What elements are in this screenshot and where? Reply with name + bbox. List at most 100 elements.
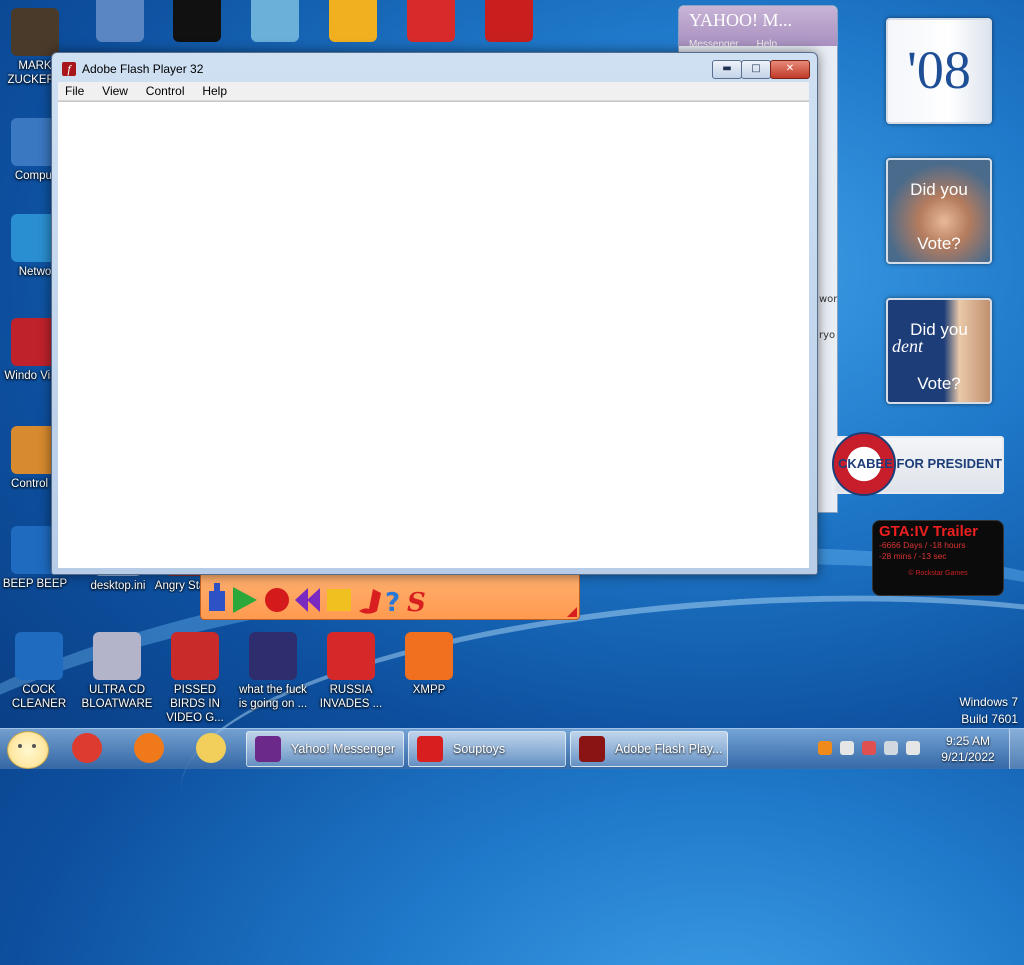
souptoys-logo-icon[interactable]: S xyxy=(407,588,426,618)
play-icon[interactable] xyxy=(233,587,257,613)
desktop-icon[interactable]: RUSSIA INVADES ... xyxy=(312,632,390,711)
taskbar-button[interactable]: Yahoo! Messenger xyxy=(246,731,404,767)
pidgin-icon xyxy=(407,0,455,42)
hand-tool-icon[interactable] xyxy=(209,583,225,611)
show-desktop-button[interactable] xyxy=(1009,729,1024,769)
os-name: Windows 7 xyxy=(959,695,1018,709)
windows-version: Windows 7 Build 7601 xyxy=(959,694,1018,728)
flash-icon xyxy=(579,736,605,762)
flag-icon[interactable] xyxy=(862,741,876,755)
menu-help[interactable]: Help xyxy=(195,82,234,100)
yahoo-title: YAHOO! M... Messenger Help xyxy=(679,6,837,50)
taskbar: Yahoo! Messenger Souptoys Adobe Flash Play… xyxy=(0,728,1024,769)
close-button[interactable]: ✕ xyxy=(770,60,810,79)
svg-text:?: ? xyxy=(385,588,400,618)
os-build: Build 7601 xyxy=(961,712,1018,726)
desktop-icon-label: PISSED BIRDS IN VIDEO G... xyxy=(166,684,224,724)
cd-icon xyxy=(93,632,141,680)
gadget-08[interactable]: '08 xyxy=(886,18,992,124)
smiley-icon xyxy=(18,744,22,748)
souptoys-toolbar[interactable]: ? S xyxy=(200,572,580,620)
huckabee-text: CKABEE FOR PRESIDENT xyxy=(838,456,1002,471)
music-icon[interactable] xyxy=(359,589,381,614)
taskbar-button[interactable]: Souptoys xyxy=(408,731,566,767)
flash-icon: f xyxy=(62,62,76,76)
window-title: Adobe Flash Player 32 xyxy=(82,62,204,76)
yahoo-side-word: ryo xyxy=(819,330,836,341)
gta-title: GTA:IV Trailer xyxy=(879,523,978,540)
clock-date: 9/21/2022 xyxy=(941,750,995,764)
desktop-icon[interactable]: ULTRA CD BLOATWARE xyxy=(78,632,156,711)
angry-birds-icon xyxy=(171,632,219,680)
firefox-icon[interactable] xyxy=(134,733,164,763)
desktop-icon-label: XMPP xyxy=(412,684,446,696)
desktop-icon[interactable] xyxy=(470,0,548,45)
record-icon[interactable] xyxy=(265,588,289,612)
zuckerberg-icon xyxy=(11,8,59,56)
desktop-icon[interactable] xyxy=(236,0,314,45)
desktop-icon[interactable] xyxy=(158,0,236,45)
network-tray-icon[interactable] xyxy=(884,741,898,755)
taskbar-button-label: Adobe Flash Play... xyxy=(615,742,723,756)
desktop-icon[interactable] xyxy=(81,0,159,45)
document-icon xyxy=(96,0,144,42)
xampp-icon xyxy=(405,632,453,680)
desktop-icon-label: BEEP BEEP xyxy=(2,578,68,590)
gadget-08-text: '08 xyxy=(907,40,971,100)
desktop-icon-label: desktop.ini xyxy=(90,580,146,592)
gadget-huckabee[interactable]: CKABEE FOR PRESIDENT xyxy=(832,432,1004,496)
desktop-icon[interactable]: XMPP xyxy=(390,632,468,697)
gadget-vote-1[interactable]: Did you Vote? xyxy=(886,158,992,264)
dev-cpp-icon xyxy=(485,0,533,42)
desktop-icon[interactable] xyxy=(314,0,392,45)
taskbar-button[interactable]: Adobe Flash Play... xyxy=(570,731,728,767)
svg-text:S: S xyxy=(407,588,426,618)
taskbar-button-label: Yahoo! Messenger xyxy=(291,742,395,756)
stop-icon[interactable] xyxy=(327,589,351,611)
title-bar[interactable]: f Adobe Flash Player 32 ▬ □ ✕ xyxy=(52,53,817,83)
yahoo-side-word: wor xyxy=(819,294,838,305)
desktop-icon[interactable]: what the fuck is going on ... xyxy=(234,632,312,711)
volume-icon[interactable] xyxy=(906,741,920,755)
search-icon[interactable] xyxy=(818,741,832,755)
cleaner-icon xyxy=(15,632,63,680)
rewind-icon[interactable] xyxy=(295,588,320,612)
chrome-icon[interactable] xyxy=(72,733,102,763)
yahoo-menu-messenger[interactable]: Messenger xyxy=(689,39,738,50)
menu-file[interactable]: File xyxy=(58,82,91,100)
desktop-icon-label: ULTRA CD BLOATWARE xyxy=(81,684,153,710)
desktop-icon-label: what the fuck is going on ... xyxy=(238,684,308,710)
flash-content-area[interactable] xyxy=(58,101,809,568)
minimize-button[interactable]: ▬ xyxy=(712,60,742,79)
gadget-gta-countdown[interactable]: GTA:IV Trailer -6666 Days / -18 hours -2… xyxy=(872,520,1004,596)
bad-piggies-icon xyxy=(329,0,377,42)
yahoo-menu-help[interactable]: Help xyxy=(756,39,777,50)
menu-view[interactable]: View xyxy=(95,82,135,100)
angry-birds-space-icon xyxy=(249,632,297,680)
help-icon[interactable]: ? xyxy=(385,588,400,618)
yahoo-title-text: YAHOO! M... xyxy=(689,10,792,30)
desktop-icon[interactable]: PISSED BIRDS IN VIDEO G... xyxy=(156,632,234,725)
souptoys-icon xyxy=(417,736,443,762)
vote-italic: dent xyxy=(892,336,923,356)
desktop-icon[interactable]: COCK CLEANER xyxy=(0,632,78,711)
gadget-vote-2[interactable]: Did you dent Vote? xyxy=(886,298,992,404)
flash-player-window[interactable]: f Adobe Flash Player 32 ▬ □ ✕ File View … xyxy=(51,52,818,575)
taskbar-button-label: Souptoys xyxy=(453,742,506,756)
folder-network-icon xyxy=(251,0,299,42)
radiation-icon xyxy=(327,632,375,680)
clock[interactable]: 9:25 AM 9/21/2022 xyxy=(930,733,1006,765)
gta-line1: -6666 Days / -18 hours xyxy=(879,540,966,550)
desktop-icon[interactable] xyxy=(392,0,470,45)
yahoo-messenger-icon xyxy=(255,736,281,762)
minus-icon[interactable] xyxy=(840,741,854,755)
start-button[interactable] xyxy=(7,731,49,769)
resize-grip-icon[interactable] xyxy=(567,607,577,617)
gta-line2: -28 mins / -13 sec xyxy=(879,551,947,561)
menu-control[interactable]: Control xyxy=(139,82,192,100)
desktop-icon-label: RUSSIA INVADES ... xyxy=(319,684,383,710)
menu-bar: File View Control Help xyxy=(58,82,809,101)
explorer-icon[interactable] xyxy=(196,733,226,763)
vote-line2: Vote? xyxy=(917,374,961,393)
maximize-button[interactable]: □ xyxy=(741,60,771,79)
